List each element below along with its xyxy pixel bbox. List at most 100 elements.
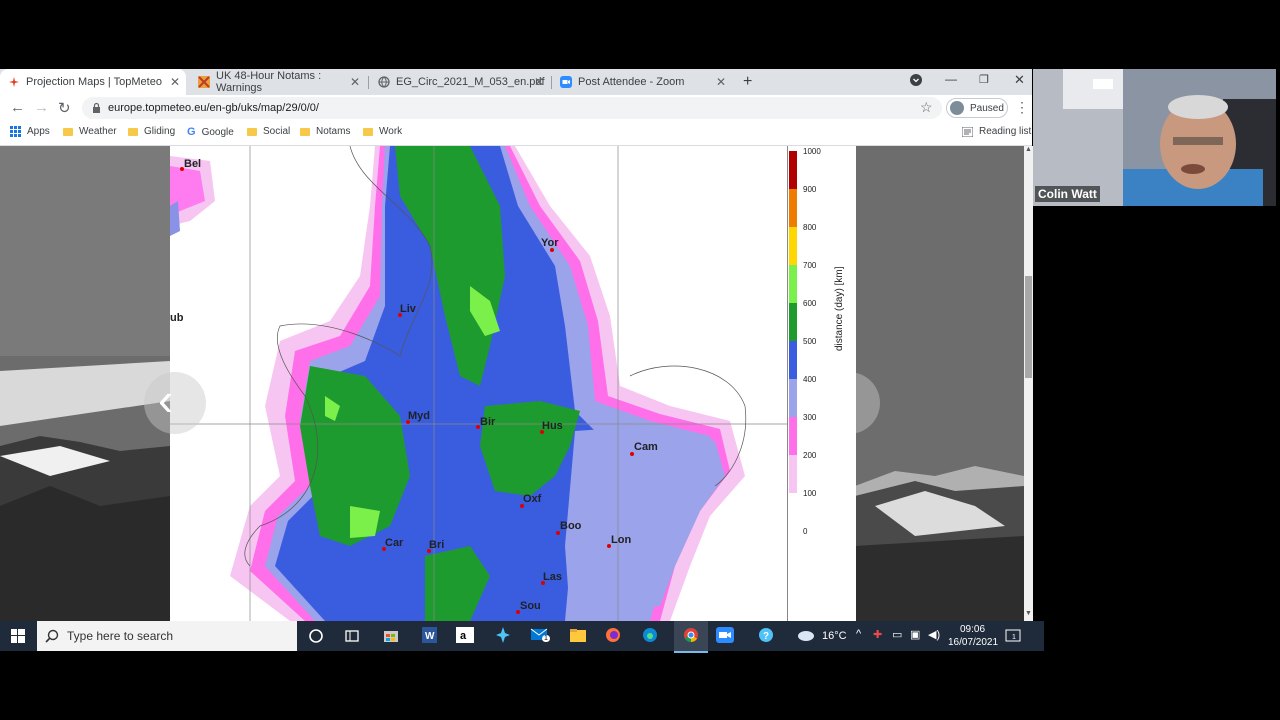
legend-tick: 900 (803, 185, 817, 194)
tab-strip: Projection Maps | TopMeteo ✕ UK 48-Hour … (0, 69, 1032, 95)
legend-title: distance (day) [km] (834, 266, 845, 351)
tab-title: EG_Circ_2021_M_053_en.pdf (396, 76, 545, 88)
zoom-favicon-icon (560, 76, 572, 88)
close-tab-icon[interactable]: ✕ (534, 75, 544, 89)
legend-tick: 1000 (803, 147, 821, 156)
windows-taskbar: Type here to search W a 1 ? 16°C ^ ✚ ▭ ▣… (0, 621, 1044, 653)
chrome-icon (683, 627, 699, 646)
reload-icon[interactable]: ↻ (58, 99, 71, 117)
word-icon[interactable]: W (420, 627, 438, 646)
avatar (950, 101, 964, 115)
svg-text:?: ? (763, 631, 769, 642)
folder-icon (363, 127, 373, 136)
address-bar-row: ← → ↻ europe.topmeteo.eu/en-gb/uks/map/2… (0, 95, 1032, 121)
scroll-up-icon[interactable]: ▲ (1025, 146, 1032, 153)
back-icon[interactable]: ← (10, 99, 25, 116)
network-icon[interactable]: ▣ (910, 628, 920, 641)
clock-date[interactable]: 16/07/2021 (948, 637, 998, 648)
menu-kebab-icon[interactable]: ⋮ (1015, 99, 1029, 116)
close-tab-icon[interactable]: ✕ (170, 75, 180, 89)
new-tab-icon[interactable]: + (743, 73, 752, 91)
minimize-icon[interactable]: — (945, 72, 957, 86)
folder-icon (247, 127, 257, 136)
page-content: Bel Yor Liv ub Myd Bir Hus Cam Oxf Boo C… (0, 146, 1024, 621)
legend-tick: 100 (803, 489, 817, 498)
scrollbar-thumb[interactable] (1025, 276, 1032, 378)
svg-text:W: W (425, 631, 435, 642)
vertical-scrollbar[interactable]: ▲ ▼ (1024, 146, 1033, 621)
webcam-video: Colin Watt (1033, 69, 1276, 206)
bookmark-google[interactable]: G Google (187, 126, 234, 138)
cortana-icon[interactable] (308, 628, 324, 647)
file-explorer-icon[interactable] (569, 627, 587, 646)
legend-tick: 700 (803, 261, 817, 270)
folder-icon (300, 127, 310, 136)
forward-icon[interactable]: → (34, 99, 49, 116)
tab-pdf[interactable]: EG_Circ_2021_M_053_en.pdf ✕ (370, 69, 550, 95)
close-tab-icon[interactable]: ✕ (716, 75, 726, 89)
task-view-icon[interactable] (344, 628, 360, 647)
chevron-up-icon[interactable]: ^ (856, 628, 861, 640)
tab-search-icon[interactable] (910, 74, 922, 89)
url-text[interactable]: europe.topmeteo.eu/en-gb/uks/map/29/0/0/ (108, 102, 319, 114)
folder-icon (128, 127, 138, 136)
bookmark-weather[interactable]: Weather (63, 126, 117, 137)
bookmark-gliding[interactable]: Gliding (128, 126, 175, 137)
search-placeholder: Type here to search (67, 629, 174, 643)
city-label: Bir (480, 416, 496, 428)
restore-icon[interactable]: ❐ (979, 73, 989, 86)
bookmark-work[interactable]: Work (363, 126, 402, 137)
store-icon[interactable] (383, 627, 399, 646)
city-label: Myd (408, 410, 430, 422)
legend-colorbar (789, 151, 797, 531)
bookmark-star-icon[interactable]: ☆ (920, 99, 933, 116)
reading-list-button[interactable]: Reading list (962, 126, 1031, 137)
city-label: Boo (560, 520, 582, 532)
previous-slide-button[interactable]: ‹ (144, 372, 206, 434)
weather-cloud-icon[interactable] (797, 629, 815, 644)
help-icon[interactable]: ? (757, 627, 775, 646)
legend-tick: 500 (803, 337, 817, 346)
legend-tick: 400 (803, 375, 817, 384)
edge-icon[interactable] (642, 627, 658, 646)
taskbar-search-box[interactable]: Type here to search (37, 621, 297, 651)
close-tab-icon[interactable]: ✕ (350, 75, 360, 89)
battery-icon[interactable]: ▭ (892, 628, 902, 641)
scroll-down-icon[interactable]: ▼ (1025, 610, 1032, 617)
clock-time[interactable]: 09:06 (960, 624, 985, 635)
notification-badge: 1 (1012, 634, 1016, 641)
city-label: Lon (611, 534, 632, 546)
chrome-taskbar-button[interactable] (674, 621, 708, 653)
tray-app-icon[interactable]: ✚ (873, 628, 882, 641)
bookmark-notams[interactable]: Notams (300, 126, 350, 137)
zoom-taskbar-icon[interactable] (716, 627, 734, 646)
firefox-icon[interactable] (605, 627, 621, 646)
profile-paused-button[interactable]: Paused (946, 98, 1008, 118)
tab-title: Projection Maps | TopMeteo (26, 76, 162, 88)
app-icon[interactable] (496, 627, 510, 646)
notifications-icon[interactable]: 1 (1005, 628, 1021, 647)
tab-zoom[interactable]: Post Attendee - Zoom ✕ (552, 69, 732, 95)
globe-icon (378, 76, 390, 88)
tab-notams[interactable]: UK 48-Hour Notams : Warnings ✕ (190, 69, 366, 95)
apps-grid-icon (10, 126, 21, 137)
search-icon (45, 629, 59, 643)
temperature-text[interactable]: 16°C (822, 630, 847, 642)
omnibox[interactable]: europe.topmeteo.eu/en-gb/uks/map/29/0/0/… (82, 97, 942, 119)
amazon-icon[interactable]: a (456, 627, 474, 646)
bookmark-social[interactable]: Social (247, 126, 290, 137)
mountain-background-right (855, 146, 1024, 621)
tab-topmeteo[interactable]: Projection Maps | TopMeteo ✕ (0, 69, 186, 95)
mail-icon[interactable]: 1 (530, 627, 550, 646)
folder-icon (63, 127, 73, 136)
topmeteo-favicon-icon (8, 76, 20, 88)
city-label: Yor (541, 237, 559, 249)
reading-list-icon (962, 126, 973, 137)
bookmark-apps[interactable]: Apps (10, 126, 50, 137)
close-window-icon[interactable]: ✕ (1014, 72, 1025, 88)
city-label: Oxf (523, 493, 542, 505)
city-label: Hus (542, 420, 563, 432)
volume-icon[interactable]: ◀) (928, 628, 940, 641)
windows-start-icon[interactable] (11, 629, 25, 646)
lock-icon[interactable] (92, 102, 101, 116)
